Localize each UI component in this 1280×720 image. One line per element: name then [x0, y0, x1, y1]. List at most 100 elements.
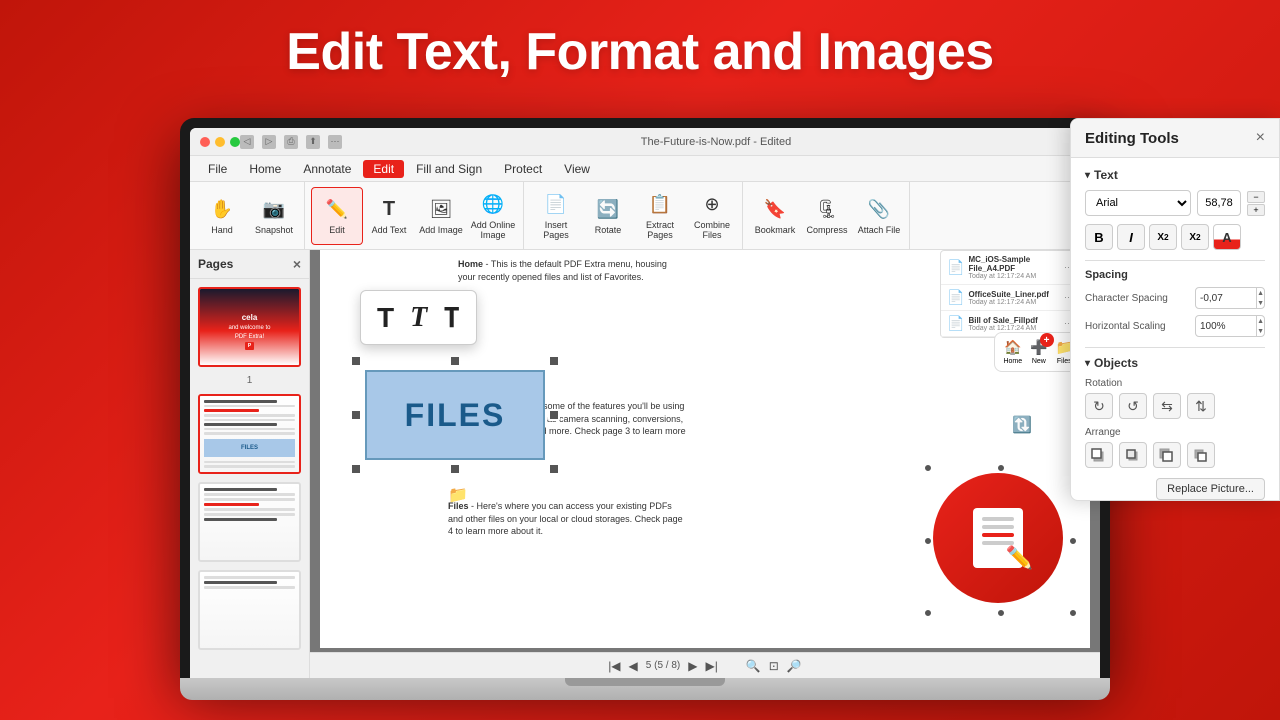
page-thumb-4[interactable] [198, 570, 301, 650]
font-size-input[interactable] [1197, 190, 1241, 216]
handle-tm[interactable] [449, 355, 461, 367]
flip-h-btn[interactable]: ⇆ [1153, 393, 1181, 419]
menu-home[interactable]: Home [239, 160, 291, 178]
divider-2 [1085, 347, 1265, 348]
file-name-3: Bill of Sale_Fillpdf [968, 316, 1037, 325]
img-handle-br[interactable] [1068, 608, 1078, 618]
img-handle-bl[interactable] [923, 608, 933, 618]
tool-snapshot[interactable]: 📷 Snapshot [248, 187, 300, 245]
tool-bookmark-label: Bookmark [755, 226, 796, 236]
tool-rotate-label: Rotate [595, 226, 622, 236]
page-thumb-2[interactable]: FILES [198, 394, 301, 474]
tool-edit-label: Edit [329, 226, 345, 236]
subscript-btn[interactable]: X2 [1149, 224, 1177, 250]
tool-add-image[interactable]: 🖼 Add Image [415, 187, 467, 245]
handle-tr[interactable] [548, 355, 560, 367]
fit-btn[interactable]: ⊡ [769, 659, 779, 673]
prev-page-btn[interactable]: ◀ [629, 659, 638, 673]
tool-combine-files[interactable]: ⊕ Combine Files [686, 187, 738, 245]
first-page-btn[interactable]: |◀ [608, 659, 620, 673]
bring-front-btn[interactable] [1085, 442, 1113, 468]
tool-compress[interactable]: 🗜 Compress [801, 187, 853, 245]
minimize-dot[interactable] [215, 137, 225, 147]
menu-edit[interactable]: Edit [363, 160, 404, 178]
pencil-icon: ✏️ [1006, 545, 1033, 571]
page-thumb-1[interactable]: celaand welcome toPDF Extra!P [198, 287, 301, 367]
handle-tl[interactable] [350, 355, 362, 367]
tool-insert-pages[interactable]: 📄 Insert Pages [530, 187, 582, 245]
send-back-btn[interactable] [1187, 442, 1215, 468]
pdf-circle-image: ✏️ [933, 473, 1063, 603]
img-handle-tm[interactable] [996, 463, 1006, 473]
share-icon[interactable]: ⬆ [306, 135, 320, 149]
font-size-increase-btn[interactable]: + [1247, 204, 1265, 216]
text-format-serif[interactable]: T [410, 302, 427, 334]
rotate-cw-btn[interactable]: ↻ [1085, 393, 1113, 419]
image-selection-container: ✏️ [923, 463, 1078, 618]
bold-btn[interactable]: B [1085, 224, 1113, 250]
font-selector[interactable]: Arial [1085, 190, 1191, 216]
text-format-sans[interactable]: T [377, 302, 394, 334]
pages-close-button[interactable]: × [293, 256, 301, 272]
replace-picture-btn[interactable]: Replace Picture... [1156, 478, 1265, 500]
laptop-screen: ◁ ▷ ⎙ ⬆ ⋯ The-Future-is-Now.pdf - Edited… [190, 128, 1100, 678]
img-handle-tl[interactable] [923, 463, 933, 473]
page-thumb-3[interactable] [198, 482, 301, 562]
tool-edit[interactable]: ✏️ Edit [311, 187, 363, 245]
handle-ml[interactable] [350, 409, 362, 421]
handle-br[interactable] [548, 463, 560, 475]
close-dot[interactable] [200, 137, 210, 147]
maximize-dot[interactable] [230, 137, 240, 147]
nav-home-btn[interactable]: 🏠 Home [1003, 339, 1022, 365]
tool-add-online-image[interactable]: 🌐 Add Online Image [467, 187, 519, 245]
last-page-btn[interactable]: ▶| [705, 659, 717, 673]
text-format-mono[interactable]: T [443, 301, 460, 334]
rotate-ccw-btn[interactable]: ↺ [1119, 393, 1147, 419]
zoom-in-btn[interactable]: 🔎 [787, 659, 802, 673]
zoom-out-btn[interactable]: 🔍 [746, 659, 761, 673]
menu-protect[interactable]: Protect [494, 160, 552, 178]
h-scaling-down[interactable]: ▼ [1257, 326, 1264, 336]
snapshot-icon: 📷 [260, 196, 288, 224]
back-icon[interactable]: ◁ [240, 135, 254, 149]
h-scaling-control: 100% ▲ ▼ [1195, 315, 1265, 337]
font-size-decrease-btn[interactable]: − [1247, 191, 1265, 203]
send-backward-btn[interactable] [1153, 442, 1181, 468]
h-scaling-up[interactable]: ▲ [1257, 316, 1264, 326]
italic-btn[interactable]: I [1117, 224, 1145, 250]
menu-view[interactable]: View [554, 160, 600, 178]
menu-file[interactable]: File [198, 160, 237, 178]
refresh-icon[interactable]: 🔃 [1012, 415, 1032, 435]
img-handle-mr[interactable] [1068, 536, 1078, 546]
more-icon[interactable]: ⋯ [328, 135, 342, 149]
menu-fill-sign[interactable]: Fill and Sign [406, 160, 492, 178]
bring-forward-btn[interactable] [1119, 442, 1147, 468]
nav-controls: ◁ ▷ ⎙ ⬆ ⋯ [240, 135, 342, 149]
img-handle-ml[interactable] [923, 536, 933, 546]
handle-mr[interactable] [548, 409, 560, 421]
flip-v-btn[interactable]: ⇅ [1187, 393, 1215, 419]
tool-add-text[interactable]: T Add Text [363, 187, 415, 245]
char-spacing-down[interactable]: ▼ [1257, 298, 1264, 308]
tool-attach-file[interactable]: 📎 Attach File [853, 187, 905, 245]
editing-panel-close-btn[interactable]: × [1256, 129, 1265, 147]
superscript-btn[interactable]: X2 [1181, 224, 1209, 250]
text-color-btn[interactable]: A [1213, 224, 1241, 250]
menu-annotate[interactable]: Annotate [293, 160, 361, 178]
tool-rotate[interactable]: 🔄 Rotate [582, 187, 634, 245]
h-scaling-row: Horizontal Scaling 100% ▲ ▼ [1085, 315, 1265, 337]
handle-bl[interactable] [350, 463, 362, 475]
tool-extract-pages[interactable]: 📋 Extract Pages [634, 187, 686, 245]
next-page-btn[interactable]: ▶ [688, 659, 697, 673]
tool-bookmark[interactable]: 🔖 Bookmark [749, 187, 801, 245]
tool-hand[interactable]: ✋ Hand [196, 187, 248, 245]
char-spacing-up[interactable]: ▲ [1257, 288, 1264, 298]
tool-insert-pages-label: Insert Pages [532, 221, 580, 241]
print-icon[interactable]: ⎙ [284, 135, 298, 149]
pdf-area: T T T [310, 250, 1100, 678]
forward-icon[interactable]: ▷ [262, 135, 276, 149]
tool-extract-label: Extract Pages [636, 221, 684, 241]
text-section-label: Text [1085, 168, 1265, 182]
img-handle-bm[interactable] [996, 608, 1006, 618]
handle-bm[interactable] [449, 463, 461, 475]
